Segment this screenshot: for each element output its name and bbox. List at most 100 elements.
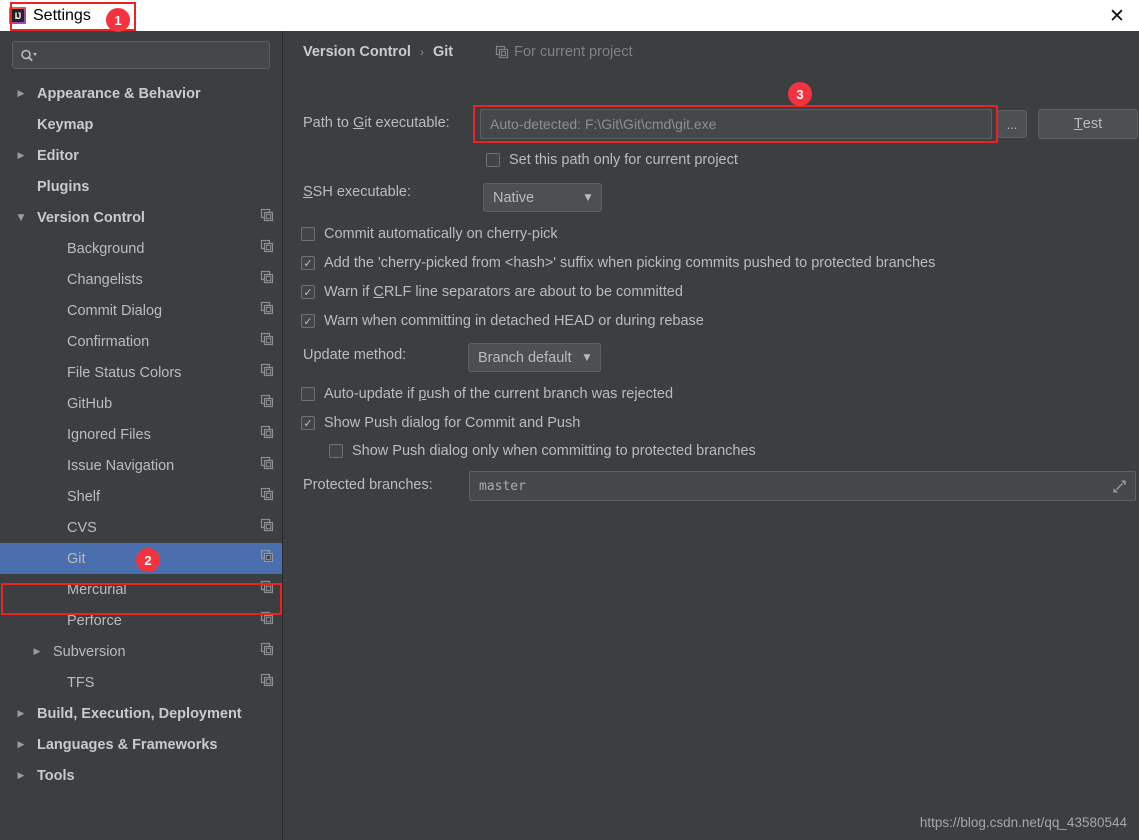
sidebar-item-tools[interactable]: ▶ Tools bbox=[0, 760, 282, 791]
copy-settings-icon[interactable] bbox=[260, 332, 274, 351]
test-button[interactable]: Test bbox=[1038, 109, 1138, 139]
sidebar-item-perforce[interactable]: ▶Perforce bbox=[0, 605, 282, 636]
sidebar-item-label: Version Control bbox=[37, 209, 145, 226]
add-cherry-picked-suffix-checkbox[interactable]: ✓ bbox=[301, 256, 315, 270]
breadcrumb-root[interactable]: Version Control bbox=[303, 44, 411, 60]
project-scope-label: For current project bbox=[514, 44, 633, 60]
sidebar-item-label: CVS bbox=[67, 519, 97, 536]
annotation-badge-1: 1 bbox=[106, 8, 130, 32]
copy-settings-icon[interactable] bbox=[260, 642, 274, 661]
ssh-executable-row: SSH executable: bbox=[303, 184, 411, 200]
chevron-right-icon[interactable]: ▶ bbox=[14, 769, 28, 783]
commit-auto-cherry-pick-row[interactable]: Commit automatically on cherry-pick bbox=[301, 226, 558, 242]
sidebar-item-tfs[interactable]: ▶TFS bbox=[0, 667, 282, 698]
sidebar-item-label: Editor bbox=[37, 147, 79, 164]
ssh-executable-value: Native bbox=[493, 189, 535, 206]
browse-button[interactable]: ... bbox=[997, 110, 1027, 138]
sidebar-item-label: Perforce bbox=[67, 612, 122, 629]
sidebar-item-github[interactable]: ▶GitHub bbox=[0, 388, 282, 419]
settings-tree: ▶Appearance & Behavior▶Keymap▶Editor▶Plu… bbox=[0, 78, 282, 791]
sidebar-item-label: Languages & Frameworks bbox=[37, 736, 218, 753]
sidebar-item-changelists[interactable]: ▶Changelists bbox=[0, 264, 282, 295]
commit-auto-cherry-pick-checkbox[interactable] bbox=[301, 227, 315, 241]
sidebar-item-background[interactable]: ▶Background bbox=[0, 233, 282, 264]
chevron-right-icon[interactable]: ▶ bbox=[14, 738, 28, 752]
copy-settings-icon[interactable] bbox=[260, 270, 274, 289]
chevron-down-icon: ▼ bbox=[584, 192, 592, 203]
protected-branches-value: master bbox=[479, 478, 526, 494]
warn-crlf-row[interactable]: ✓ Warn if CRLF line separators are about… bbox=[301, 284, 683, 300]
show-push-dialog-protected-row[interactable]: Show Push dialog only when committing to… bbox=[329, 443, 756, 459]
close-icon[interactable]: ✕ bbox=[1095, 0, 1139, 31]
ssh-executable-select[interactable]: Native ▼ bbox=[483, 183, 602, 212]
expand-icon[interactable] bbox=[1113, 480, 1126, 493]
chevron-right-icon[interactable]: ▶ bbox=[14, 149, 28, 163]
copy-settings-icon[interactable] bbox=[260, 456, 274, 475]
set-path-current-project-checkbox[interactable] bbox=[486, 153, 500, 167]
sidebar-item-confirmation[interactable]: ▶Confirmation bbox=[0, 326, 282, 357]
copy-settings-icon[interactable] bbox=[260, 580, 274, 599]
sidebar-item-label: Mercurial bbox=[67, 581, 127, 598]
sidebar-item-appearance-behavior[interactable]: ▶ Appearance & Behavior bbox=[0, 78, 282, 109]
settings-main-panel: Version Control › Git For current projec… bbox=[284, 31, 1139, 840]
warn-crlf-checkbox[interactable]: ✓ bbox=[301, 285, 315, 299]
protected-branches-input[interactable]: master bbox=[469, 471, 1136, 501]
sidebar-item-label: Commit Dialog bbox=[67, 302, 163, 319]
git-executable-path-row: Path to Git executable: bbox=[303, 115, 450, 131]
annotation-badge-2: 2 bbox=[136, 548, 160, 572]
chevron-right-icon[interactable]: ▶ bbox=[30, 645, 44, 659]
sidebar-item-keymap[interactable]: ▶Keymap bbox=[0, 109, 282, 140]
copy-settings-icon[interactable] bbox=[260, 239, 274, 258]
copy-settings-icon[interactable] bbox=[260, 487, 274, 506]
intellij-idea-icon: IJ bbox=[9, 7, 26, 24]
git-executable-path-input[interactable]: Auto-detected: F:\Git\Git\cmd\git.exe bbox=[480, 109, 992, 139]
show-push-dialog-checkbox[interactable]: ✓ bbox=[301, 416, 315, 430]
sidebar-item-languages-frameworks[interactable]: ▶ Languages & Frameworks bbox=[0, 729, 282, 760]
sidebar-item-label: Ignored Files bbox=[67, 426, 151, 443]
sidebar-item-issue-navigation[interactable]: ▶Issue Navigation bbox=[0, 450, 282, 481]
sidebar-item-label: Keymap bbox=[37, 116, 94, 133]
show-push-dialog-row[interactable]: ✓ Show Push dialog for Commit and Push bbox=[301, 415, 580, 431]
search-icon bbox=[20, 47, 38, 63]
chevron-right-icon[interactable]: ▶ bbox=[14, 707, 28, 721]
auto-update-rejected-checkbox[interactable] bbox=[301, 387, 315, 401]
update-method-row: Update method: bbox=[303, 347, 406, 363]
copy-settings-icon[interactable] bbox=[260, 425, 274, 444]
copy-settings-icon[interactable] bbox=[260, 673, 274, 692]
update-method-select[interactable]: Branch default ▼ bbox=[468, 343, 601, 372]
breadcrumb-separator: › bbox=[419, 45, 424, 59]
warn-detached-head-checkbox[interactable]: ✓ bbox=[301, 314, 315, 328]
sidebar-item-subversion[interactable]: ▶ Subversion bbox=[0, 636, 282, 667]
protected-branches-row: Protected branches: bbox=[303, 477, 433, 493]
search-box[interactable] bbox=[12, 41, 270, 69]
auto-update-rejected-label: Auto-update if push of the current branc… bbox=[324, 386, 674, 402]
chevron-down-icon[interactable]: ▼ bbox=[14, 211, 28, 225]
sidebar-item-label: Changelists bbox=[67, 271, 143, 288]
sidebar-item-editor[interactable]: ▶ Editor bbox=[0, 140, 282, 171]
sidebar-item-file-status-colors[interactable]: ▶File Status Colors bbox=[0, 357, 282, 388]
sidebar-item-plugins[interactable]: ▶Plugins bbox=[0, 171, 282, 202]
sidebar-item-cvs[interactable]: ▶CVS bbox=[0, 512, 282, 543]
warn-detached-head-row[interactable]: ✓ Warn when committing in detached HEAD … bbox=[301, 313, 704, 329]
copy-settings-icon[interactable] bbox=[260, 394, 274, 413]
sidebar-item-ignored-files[interactable]: ▶Ignored Files bbox=[0, 419, 282, 450]
add-cherry-picked-suffix-row[interactable]: ✓ Add the 'cherry-picked from <hash>' su… bbox=[301, 255, 935, 271]
sidebar-item-build-execution-deployment[interactable]: ▶ Build, Execution, Deployment bbox=[0, 698, 282, 729]
set-path-current-project-row[interactable]: Set this path only for current project bbox=[486, 152, 738, 168]
settings-sidebar: ▶Appearance & Behavior▶Keymap▶Editor▶Plu… bbox=[0, 31, 283, 840]
sidebar-item-mercurial[interactable]: ▶Mercurial bbox=[0, 574, 282, 605]
commit-auto-cherry-pick-label: Commit automatically on cherry-pick bbox=[324, 226, 558, 242]
show-push-dialog-protected-checkbox[interactable] bbox=[329, 444, 343, 458]
copy-settings-icon[interactable] bbox=[260, 518, 274, 537]
copy-settings-icon[interactable] bbox=[260, 301, 274, 320]
copy-settings-icon[interactable] bbox=[260, 549, 274, 568]
search-input[interactable] bbox=[38, 47, 269, 63]
chevron-right-icon[interactable]: ▶ bbox=[14, 87, 28, 101]
copy-settings-icon[interactable] bbox=[260, 363, 274, 382]
copy-settings-icon[interactable] bbox=[260, 611, 274, 630]
copy-settings-icon[interactable] bbox=[260, 208, 274, 227]
auto-update-rejected-row[interactable]: Auto-update if push of the current branc… bbox=[301, 386, 673, 402]
sidebar-item-version-control[interactable]: ▼ Version Control bbox=[0, 202, 282, 233]
sidebar-item-shelf[interactable]: ▶Shelf bbox=[0, 481, 282, 512]
sidebar-item-commit-dialog[interactable]: ▶Commit Dialog bbox=[0, 295, 282, 326]
